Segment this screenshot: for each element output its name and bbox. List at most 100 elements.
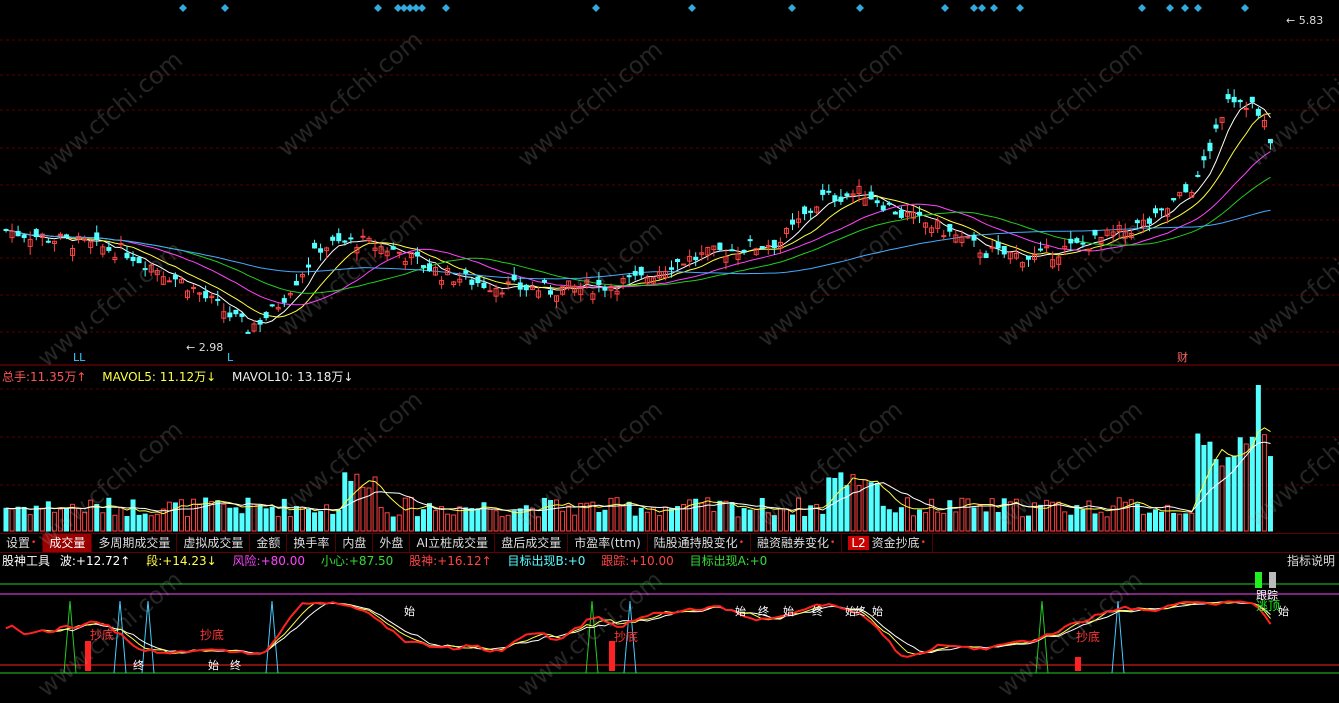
volume-bar [759, 497, 765, 532]
volume-bar [529, 507, 535, 532]
volume-bar [124, 516, 130, 532]
tab-label: 资金抄底 [871, 536, 920, 550]
candle-body [1171, 198, 1177, 201]
bottom-signal-bar [85, 641, 91, 671]
volume-bar [874, 483, 880, 532]
volume-bar [360, 486, 366, 532]
tab-9[interactable]: 盘后成交量 [495, 534, 569, 552]
price-chart[interactable]: ← 5.83← 2.98LL L 财 [0, 0, 1339, 366]
tab-5[interactable]: 换手率 [287, 534, 337, 552]
seg-value: +14.23↓ [162, 554, 217, 568]
candle-body [463, 270, 469, 274]
volume-bar [711, 511, 717, 532]
stock-chart-window: ← 5.83 ← 2.98 LL L 财 总手:11.35万↑ MAVOL5: 11.1… [0, 0, 1339, 703]
volume-bar [469, 508, 475, 532]
tab-8[interactable]: AI立桩成交量 [410, 534, 496, 552]
tab-label: 融资融券变化 [757, 536, 830, 550]
volume-bar [1007, 501, 1013, 532]
candle-body [342, 240, 348, 243]
volume-bar [1207, 441, 1213, 532]
volume-bar [1092, 513, 1098, 532]
candle-body [257, 319, 263, 325]
target-b-label: 目标出现B: [507, 554, 568, 568]
volume-bar [626, 501, 632, 532]
volume-bar [330, 513, 336, 532]
indicator-help-button[interactable]: 指标说明 [1287, 553, 1335, 569]
candle-body [215, 298, 221, 301]
candle-body [632, 270, 638, 276]
volume-bar [378, 507, 384, 532]
volume-bar [1213, 459, 1219, 532]
volume-bar [608, 497, 614, 532]
volume-bar [675, 506, 681, 532]
end-signal-label: 终 [812, 604, 823, 618]
tab-dot-icon: • [830, 538, 836, 548]
candle-body [880, 205, 886, 211]
indicator-chart[interactable]: 抄底 抄底 抄底 抄底逃顶跟踪始始始始始始始终终终终终 [0, 569, 1339, 676]
tab-13[interactable]: L2 资金抄底• [842, 534, 933, 552]
volume-bar [178, 499, 184, 532]
tab-12[interactable]: 融资融券变化• [751, 534, 843, 552]
candle-body [330, 236, 336, 241]
diamond-marker-icon [221, 4, 229, 12]
volume-bar [535, 516, 541, 532]
candle-body [989, 246, 995, 249]
tab-1[interactable]: 成交量 [43, 534, 93, 552]
tab-7[interactable]: 外盘 [373, 534, 411, 552]
candle-body [1038, 248, 1044, 251]
volume-bar [771, 515, 777, 532]
volume-bar [1080, 509, 1086, 532]
start-signal-label: 始 [404, 604, 415, 618]
candle-body [1001, 245, 1007, 255]
volume-bar [892, 512, 898, 532]
volume-chart[interactable] [0, 385, 1339, 533]
candle-body [1243, 107, 1249, 110]
bottom-signal-label: 抄底 [1076, 629, 1100, 644]
candle-body [45, 240, 51, 243]
tab-11[interactable]: 陆股通持股变化• [648, 534, 751, 552]
volume-bar [33, 505, 39, 532]
tab-3[interactable]: 虚拟成交量 [177, 534, 251, 552]
volume-bar [233, 507, 239, 532]
volume-bar [1189, 512, 1195, 532]
volume-bar [203, 497, 209, 532]
candle-body [420, 265, 426, 268]
candle-body [1225, 94, 1231, 100]
candle-body [826, 190, 832, 193]
volume-bar [971, 507, 977, 532]
volume-bar [511, 510, 517, 532]
candle-body [475, 276, 481, 284]
tab-label: 外盘 [379, 536, 404, 550]
candle-body [898, 209, 904, 218]
tab-label: AI立桩成交量 [416, 536, 489, 550]
volume-bar [384, 512, 390, 532]
candle-body [947, 223, 953, 232]
candle-body [1249, 96, 1255, 103]
volume-bar [39, 507, 45, 532]
volume-bar [735, 516, 741, 532]
candle-body [626, 275, 632, 278]
candle-body [790, 219, 795, 225]
volume-bar [898, 507, 904, 532]
diamond-marker-icon [418, 4, 426, 12]
volume-bar [493, 510, 499, 532]
tab-10[interactable]: 市盈率(ttm) [568, 534, 648, 552]
volume-bar [420, 509, 426, 532]
tab-6[interactable]: 内盘 [336, 534, 374, 552]
volume-bar [947, 500, 953, 532]
ma5-line [5, 101, 1271, 324]
candle-body [802, 206, 808, 215]
tab-2[interactable]: 多周期成交量 [92, 534, 178, 552]
volume-bar [880, 505, 886, 532]
ma30-line [5, 176, 1271, 294]
diamond-marker-icon [442, 4, 450, 12]
candle-body [106, 247, 112, 251]
care-label: 小心: [320, 554, 349, 568]
tab-0[interactable]: 设置• [0, 534, 44, 552]
volume-bar [1177, 513, 1183, 532]
mavol5-value: 11.12万↓ [159, 370, 217, 384]
tab-4[interactable]: 金额 [250, 534, 288, 552]
candle-body [747, 239, 753, 242]
volume-bar [396, 514, 402, 532]
candle-body [638, 266, 644, 276]
